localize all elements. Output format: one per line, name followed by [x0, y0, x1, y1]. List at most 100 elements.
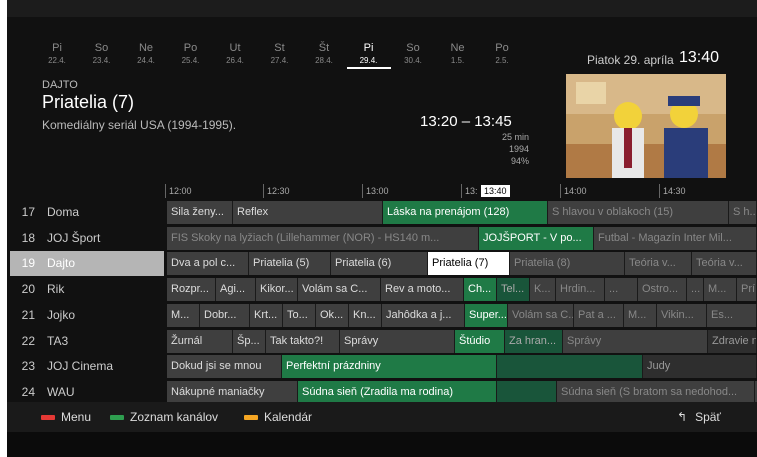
- channel-number: 22: [21, 333, 35, 348]
- channel-row[interactable]: 23 JOJ Cinema Dokud jsi se mnou Perfektní p…: [7, 354, 757, 379]
- channel-name: TA3: [47, 333, 69, 348]
- day-tab[interactable]: Ne 1.5.: [436, 42, 480, 67]
- program-cell[interactable]: Rozpr...: [167, 278, 216, 302]
- channel-list-hint[interactable]: Zoznam kanálov: [110, 402, 218, 432]
- channel-row[interactable]: 18 JOJ Šport FIS Skoky na lyžiach (Lilleha…: [7, 226, 757, 251]
- program-cell[interactable]: Es...: [707, 303, 757, 327]
- timeline-tick: 14:30: [659, 184, 686, 198]
- program-cell[interactable]: Tak takto?!: [266, 329, 340, 353]
- channel-row[interactable]: 19 Dajto Dva a pol c... Priatelia (5) Priate…: [7, 251, 757, 277]
- program-cell[interactable]: Tel...: [497, 278, 530, 302]
- day-tab[interactable]: So 23.4.: [80, 42, 124, 67]
- day-tab[interactable]: Po 2.5.: [480, 42, 524, 67]
- program-cell[interactable]: Teória v...: [692, 252, 757, 276]
- day-tab[interactable]: Ut 26.4.: [213, 42, 257, 67]
- program-cell[interactable]: Zdravie na TA3: [708, 329, 757, 353]
- program-cell[interactable]: ...: [687, 278, 704, 302]
- program-cell[interactable]: M...: [167, 303, 200, 327]
- day-name: So: [406, 42, 420, 54]
- program-cell[interactable]: Super...: [465, 303, 508, 327]
- day-tab[interactable]: Po 25.4.: [169, 42, 213, 67]
- program-cell[interactable]: ...: [605, 278, 638, 302]
- menu-hint[interactable]: Menu: [41, 402, 91, 432]
- program-cell[interactable]: Žurnál: [167, 329, 233, 353]
- day-tab[interactable]: Pi 29.4.: [346, 42, 391, 69]
- day-tab[interactable]: Št 28.4.: [302, 42, 346, 67]
- day-name: Ne: [450, 42, 465, 54]
- channel-row[interactable]: 20 Rik Rozpr... Agi... Kikor... Volám sa C...…: [7, 277, 757, 302]
- day-date: 2.5.: [495, 56, 509, 65]
- program-cell[interactable]: Prí...: [737, 278, 757, 302]
- program-cell[interactable]: Vikin...: [657, 303, 707, 327]
- program-cell[interactable]: FIS Skoky na lyžiach (Lillehammer (NOR) …: [167, 226, 479, 250]
- program-cell[interactable]: Volám sa C...: [508, 303, 574, 327]
- channel-row[interactable]: 22 TA3 Žurnál Šp... Tak takto?! Správy Štúdio Z…: [7, 329, 757, 354]
- back-button[interactable]: ↰ Späť: [677, 402, 721, 432]
- program-cell[interactable]: Ch...: [464, 278, 497, 302]
- program-cell[interactable]: Ok...: [316, 303, 349, 327]
- program-cell[interactable]: Súdna sieň (S bratom sa nedohod...: [557, 380, 755, 404]
- program-cell[interactable]: Rev a moto...: [381, 278, 464, 302]
- calendar-hint[interactable]: Kalendár: [244, 402, 312, 432]
- program-cell[interactable]: Kikor...: [256, 278, 298, 302]
- program-cell[interactable]: Krt...: [250, 303, 283, 327]
- program-cell[interactable]: Priatelia (5): [249, 252, 331, 276]
- tv-guide-screen: Pi 22.4. So 23.4. Ne 24.4. Po 25.4. Ut 26.4. St 27.…: [7, 0, 757, 457]
- program-cell[interactable]: [497, 380, 557, 404]
- program-cell[interactable]: Teória v...: [625, 252, 692, 276]
- program-cell[interactable]: Dva a pol c...: [167, 252, 249, 276]
- program-cell[interactable]: Ostro...: [638, 278, 687, 302]
- program-cell[interactable]: Agi...: [216, 278, 256, 302]
- program-cell[interactable]: [497, 355, 643, 379]
- channel-number: 21: [21, 307, 35, 322]
- timeline-tick: 14:00: [560, 184, 587, 198]
- program-cell[interactable]: K...: [530, 278, 556, 302]
- program-cell[interactable]: M...: [624, 303, 657, 327]
- program-cell[interactable]: Súdna sieň (Zradila ma rodina): [298, 380, 497, 404]
- program-cell[interactable]: Reflex: [233, 201, 383, 224]
- program-cell[interactable]: Judy: [643, 355, 757, 379]
- program-cell[interactable]: Kn...: [349, 303, 382, 327]
- program-cell[interactable]: S hlavou v oblakoch (15): [548, 201, 729, 224]
- channel-row[interactable]: 17 Doma Sila ženy... Reflex Láska na prenájo…: [7, 200, 757, 225]
- program-cell[interactable]: Sila ženy...: [167, 201, 233, 224]
- timeline-tick: 13:00: [362, 184, 389, 198]
- program-cell[interactable]: Priatelia (6): [331, 252, 428, 276]
- program-cell[interactable]: Správy: [563, 329, 708, 353]
- footer-bar: Menu Zoznam kanálov Kalendár ↰ Späť: [7, 402, 757, 432]
- day-name: Po: [495, 42, 509, 54]
- channel-name: Rik: [47, 282, 65, 297]
- program-cell[interactable]: Dobr...: [200, 303, 250, 327]
- day-date: 27.4.: [270, 56, 289, 65]
- program-cell[interactable]: Za hran...: [505, 329, 563, 353]
- program-cell[interactable]: To...: [283, 303, 316, 327]
- program-cell[interactable]: Priatelia (8): [510, 252, 625, 276]
- program-cell[interactable]: Šp...: [233, 329, 266, 353]
- day-tab[interactable]: Ne 24.4.: [124, 42, 168, 67]
- program-cell[interactable]: Jahôdka a j...: [382, 303, 465, 327]
- program-cell[interactable]: Volám sa C...: [298, 278, 381, 302]
- day-tab[interactable]: Pi 22.4.: [35, 42, 79, 67]
- day-tab[interactable]: So 30.4.: [391, 42, 435, 67]
- channel-number: 20: [21, 282, 35, 297]
- program-cell[interactable]: Hrdin...: [556, 278, 605, 302]
- program-cell[interactable]: Futbal - Magazín Inter Mil...: [594, 226, 757, 250]
- channel-list-label: Zoznam kanálov: [130, 410, 219, 424]
- program-cell[interactable]: Správy: [340, 329, 455, 353]
- day-name: St: [274, 42, 285, 54]
- program-cell[interactable]: Dokud jsi se mnou: [167, 355, 282, 379]
- program-cell[interactable]: Štúdio: [455, 329, 505, 353]
- day-date: 26.4.: [226, 56, 244, 65]
- day-tab[interactable]: St 27.4.: [258, 42, 302, 67]
- program-year: 1994: [508, 144, 529, 154]
- program-cell[interactable]: Perfektní prázdniny: [282, 355, 497, 379]
- channel-row[interactable]: 21 Jojko M... Dobr... Krt... To... Ok... Kn... J…: [7, 303, 757, 328]
- program-cell[interactable]: Priatelia (7): [428, 252, 510, 276]
- program-cell[interactable]: JOJŠPORT - V po...: [479, 226, 594, 250]
- program-cell[interactable]: Láska na prenájom (128): [383, 201, 548, 224]
- program-cell[interactable]: Pat a ...: [574, 303, 624, 327]
- channel-name: JOJ Šport: [47, 230, 101, 245]
- program-cell[interactable]: S h...: [729, 201, 757, 224]
- program-cell[interactable]: M...: [704, 278, 737, 302]
- program-cell[interactable]: Nákupné maniačky: [167, 380, 298, 404]
